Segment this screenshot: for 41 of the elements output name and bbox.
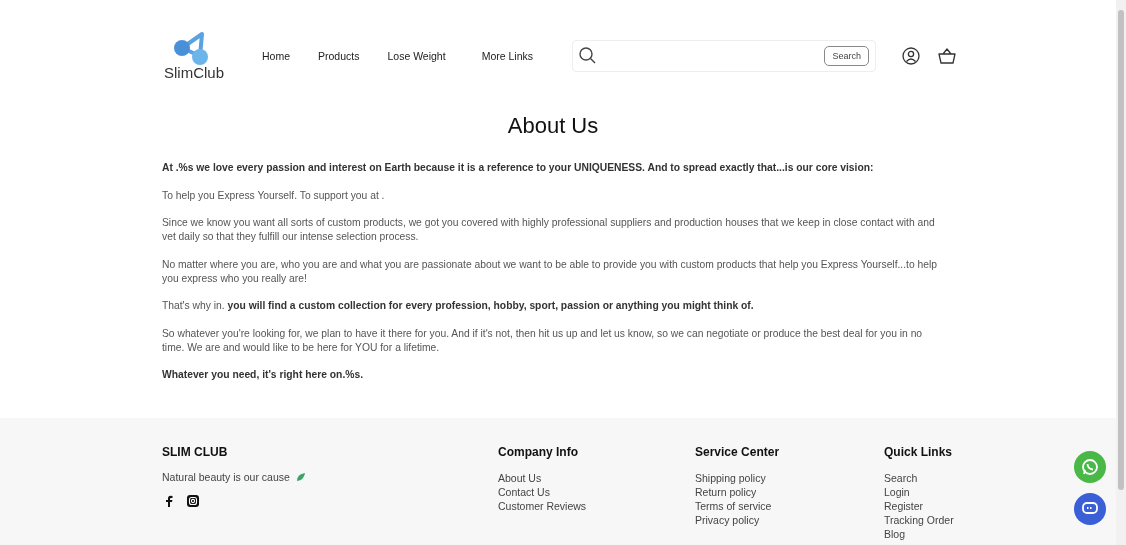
footer-link[interactable]: Shipping policy <box>695 470 766 485</box>
basket-icon[interactable] <box>938 47 956 64</box>
nav-link[interactable]: Products <box>318 49 360 62</box>
footer-link[interactable]: Search <box>884 470 918 485</box>
footer-link[interactable]: Return policy <box>695 484 757 499</box>
footer-heading: Quick Links <box>884 444 953 459</box>
search-icon <box>579 47 596 64</box>
footer-link[interactable]: Privacy policy <box>695 512 760 527</box>
paragraph: At .%s we love every passion and interest on Earth because it is a reference to your UNIQUENESS. And to spread exactly that...is our core vision: <box>162 161 875 175</box>
paragraph: Whatever you need, it's right here on.%s. <box>162 368 364 382</box>
footer-link[interactable]: About Us <box>498 470 542 485</box>
footer-link[interactable]: Terms of service <box>695 498 772 513</box>
nav-link[interactable]: Home <box>262 49 290 62</box>
footer-brand: SLIM CLUB <box>162 444 228 459</box>
tagline: Natural beauty is our cause <box>162 470 290 483</box>
footer-link[interactable]: Register <box>884 498 924 513</box>
account-icon[interactable] <box>902 46 920 65</box>
footer-link[interactable]: Customer Reviews <box>498 498 587 513</box>
footer-link[interactable]: Contact Us <box>498 484 550 499</box>
footer-heading: Company Info <box>498 444 578 459</box>
footer-link[interactable]: Tracking Order <box>884 512 954 527</box>
paragraph: No matter where you are, who you are and what you are passionate about we want to be able to provide you with custom products that help you Express Yourself...to help you express who you really are! <box>162 257 938 286</box>
search-field[interactable]: Search <box>572 39 876 72</box>
scrollbar[interactable] <box>1116 0 1126 545</box>
paragraph: Since we know you want all sorts of custom products, we got you covered with highly professional suppliers and production houses that we keep in close contact with and vet daily so that they fulfill our intense selection process. <box>162 216 936 244</box>
phone-bubble-icon <box>1081 458 1099 476</box>
paragraph: So whatever you're looking for, we plan to have it there for you. And if it's not, then hit us up and let us know, so we can negotiate or produce the best deal for you in no time. We are and would like to be here for YOU for a lifetime. <box>162 326 924 355</box>
footer-link[interactable]: Login <box>884 484 910 499</box>
paragraph: That's why in. you will find a custom collection for every profession, hobby, sport, passion or anything you might think of. <box>162 299 755 313</box>
paragraph: To help you Express Yourself. To support you at . <box>162 188 386 203</box>
search-button[interactable]: Search <box>824 45 869 66</box>
footer-link[interactable]: Blog <box>884 526 905 541</box>
page-title: About Us <box>506 113 600 139</box>
facebook-icon[interactable] <box>165 494 173 507</box>
leaf-icon <box>295 471 306 482</box>
nav-link[interactable]: More Links <box>481 49 533 62</box>
instagram-icon[interactable] <box>187 494 199 507</box>
nav-link[interactable]: Lose Weight <box>387 49 446 62</box>
chat-icon <box>1082 502 1098 516</box>
footer-heading: Service Center <box>695 444 780 459</box>
logo-text[interactable]: SlimClub <box>164 64 224 81</box>
